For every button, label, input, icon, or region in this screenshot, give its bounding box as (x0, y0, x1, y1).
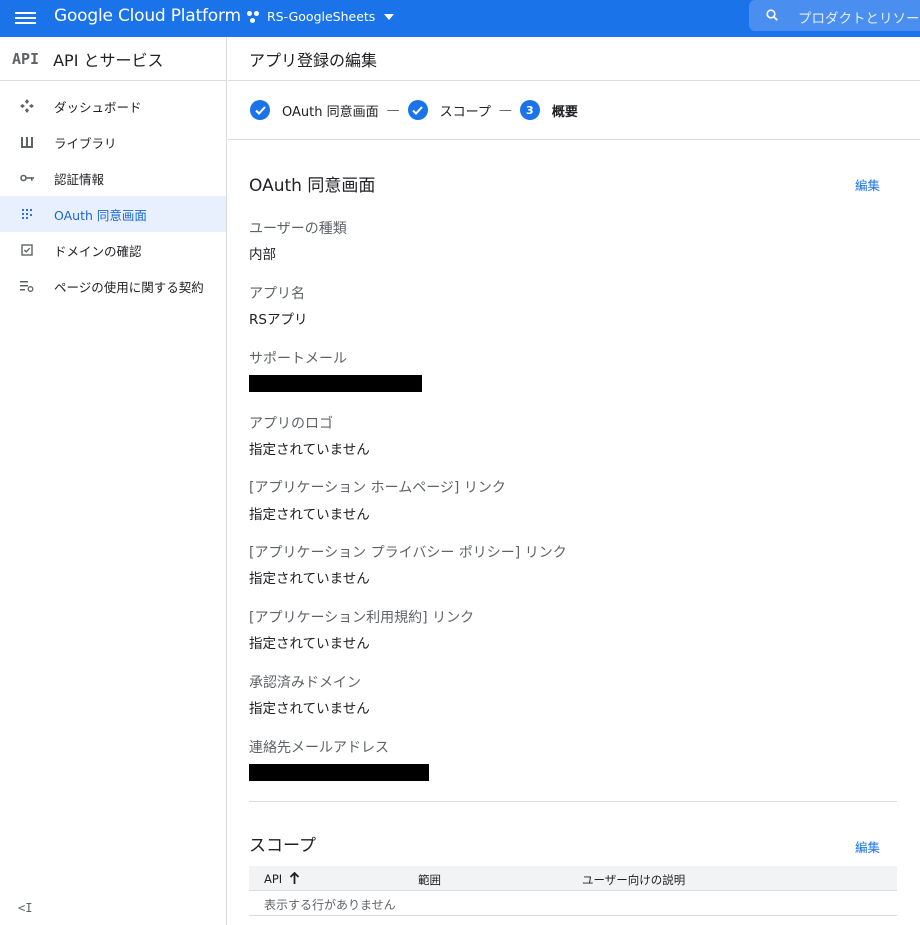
top-app-bar: Google Cloud Platform RS-GoogleSheets プロ… (0, 0, 920, 37)
page-header: アプリ登録の編集 (228, 37, 920, 81)
redacted-support-email (249, 375, 422, 392)
chevron-down-icon (384, 13, 395, 20)
step-separator: — (386, 102, 400, 118)
field-label-user-type: ユーザーの種類 (249, 221, 347, 237)
step-summary[interactable]: 概要 (552, 101, 578, 120)
main-content: アプリ登録の編集 OAuth 同意画面 — スコープ — 3 概要 OAuth … (228, 37, 920, 925)
sidebar-item-label: ダッシュボード (54, 99, 142, 115)
section-title: スコープ (249, 836, 316, 856)
project-selector[interactable]: RS-GoogleSheets (247, 9, 395, 24)
table-empty-row: 表示する行がありません (249, 891, 897, 916)
sidebar-item-library[interactable]: ライブラリ (0, 124, 226, 160)
field-value-app-name: RSアプリ (249, 312, 308, 328)
field-value-user-type: 内部 (249, 247, 276, 263)
search-bar[interactable]: プロダクトとリソー (749, 0, 920, 31)
edit-oauth-button[interactable]: 編集 (855, 175, 880, 194)
column-header-label: API (264, 872, 283, 886)
sidebar-item-label: ページの使用に関する契約 (54, 279, 204, 295)
scopes-summary: スコープ 編集 (249, 802, 897, 862)
step-number: 3 (519, 100, 540, 120)
field-value-homepage-link: 指定されていません (249, 507, 370, 523)
sidebar-item-domain-verification[interactable]: ドメインの確認 (0, 232, 226, 268)
sidebar-nav: ダッシュボード ライブラリ 認証情報 OAuth 同意画面 ドメインの確認 ペー… (0, 88, 226, 304)
empty-message: 表示する行がありません (264, 898, 396, 912)
field-label-authorized-domains: 承認済みドメイン (249, 675, 361, 691)
check-icon (407, 100, 428, 120)
step-oauth-consent[interactable]: OAuth 同意画面 (282, 101, 379, 120)
field-value-authorized-domains: 指定されていません (249, 701, 370, 717)
column-header-api[interactable]: API (264, 872, 300, 886)
project-name: RS-GoogleSheets (267, 9, 376, 24)
field-label-homepage-link: [アプリケーション ホームページ] リンク (249, 480, 506, 496)
search-icon (766, 9, 778, 21)
key-icon (19, 170, 35, 186)
column-header-description[interactable]: ユーザー向けの説明 (582, 872, 685, 888)
project-icon (247, 10, 261, 24)
menu-icon[interactable] (15, 9, 36, 27)
sidebar-item-label: 認証情報 (54, 171, 105, 187)
api-logo: API (12, 49, 40, 68)
column-header-scope[interactable]: 範囲 (418, 872, 441, 888)
field-label-app-logo: アプリのロゴ (249, 416, 333, 432)
table-header: API 範囲 ユーザー向けの説明 (249, 866, 897, 891)
oauth-consent-icon (19, 206, 35, 222)
stepper: OAuth 同意画面 — スコープ — 3 概要 (228, 81, 920, 140)
field-label-tos-link: [アプリケーション利用規約] リンク (249, 610, 475, 626)
sidebar-item-credentials[interactable]: 認証情報 (0, 160, 226, 196)
domain-check-icon (19, 242, 35, 258)
sidebar-item-dashboard[interactable]: ダッシュボード (0, 88, 226, 124)
step-scopes[interactable]: スコープ (440, 101, 491, 120)
step-separator: — (498, 102, 512, 118)
arrow-up-icon (289, 872, 300, 884)
edit-scopes-button[interactable]: 編集 (855, 837, 880, 856)
field-label-app-name: アプリ名 (249, 286, 305, 302)
sidebar-item-oauth-consent[interactable]: OAuth 同意画面 (0, 196, 226, 232)
library-icon (19, 134, 35, 150)
section-title: OAuth 同意画面 (249, 176, 376, 196)
check-icon (250, 100, 270, 120)
collapse-sidebar-button[interactable]: <I (18, 901, 32, 915)
sidebar-item-label: ライブラリ (54, 135, 117, 151)
page-title: アプリ登録の編集 (249, 50, 378, 70)
field-value-app-logo: 指定されていません (249, 442, 370, 458)
page-usage-icon (19, 278, 35, 294)
sidebar-item-label: ドメインの確認 (54, 243, 142, 259)
search-input[interactable]: プロダクトとリソー (798, 7, 920, 27)
field-label-contact-email: 連絡先メールアドレス (249, 740, 389, 756)
brand-title[interactable]: Google Cloud Platform (54, 6, 241, 26)
sidebar-header: API API とサービス (0, 37, 226, 81)
redacted-contact-email (249, 764, 429, 781)
field-label-support-email: サポートメール (249, 351, 347, 367)
sidebar: API API とサービス ダッシュボード ライブラリ 認証情報 OAuth 同… (0, 37, 227, 925)
sidebar-item-page-usage-agreements[interactable]: ページの使用に関する契約 (0, 268, 226, 304)
field-value-tos-link: 指定されていません (249, 636, 370, 652)
scopes-table: API 範囲 ユーザー向けの説明 表示する行がありません (249, 866, 897, 916)
field-label-privacy-link: [アプリケーション プライバシー ポリシー] リンク (249, 545, 567, 561)
sidebar-title: API とサービス (53, 50, 164, 70)
field-value-privacy-link: 指定されていません (249, 571, 370, 587)
oauth-consent-summary: OAuth 同意画面 編集 ユーザーの種類 内部 アプリ名 RSアプリ サポート… (249, 140, 897, 800)
sidebar-item-label: OAuth 同意画面 (54, 207, 147, 223)
dashboard-icon (19, 98, 35, 114)
